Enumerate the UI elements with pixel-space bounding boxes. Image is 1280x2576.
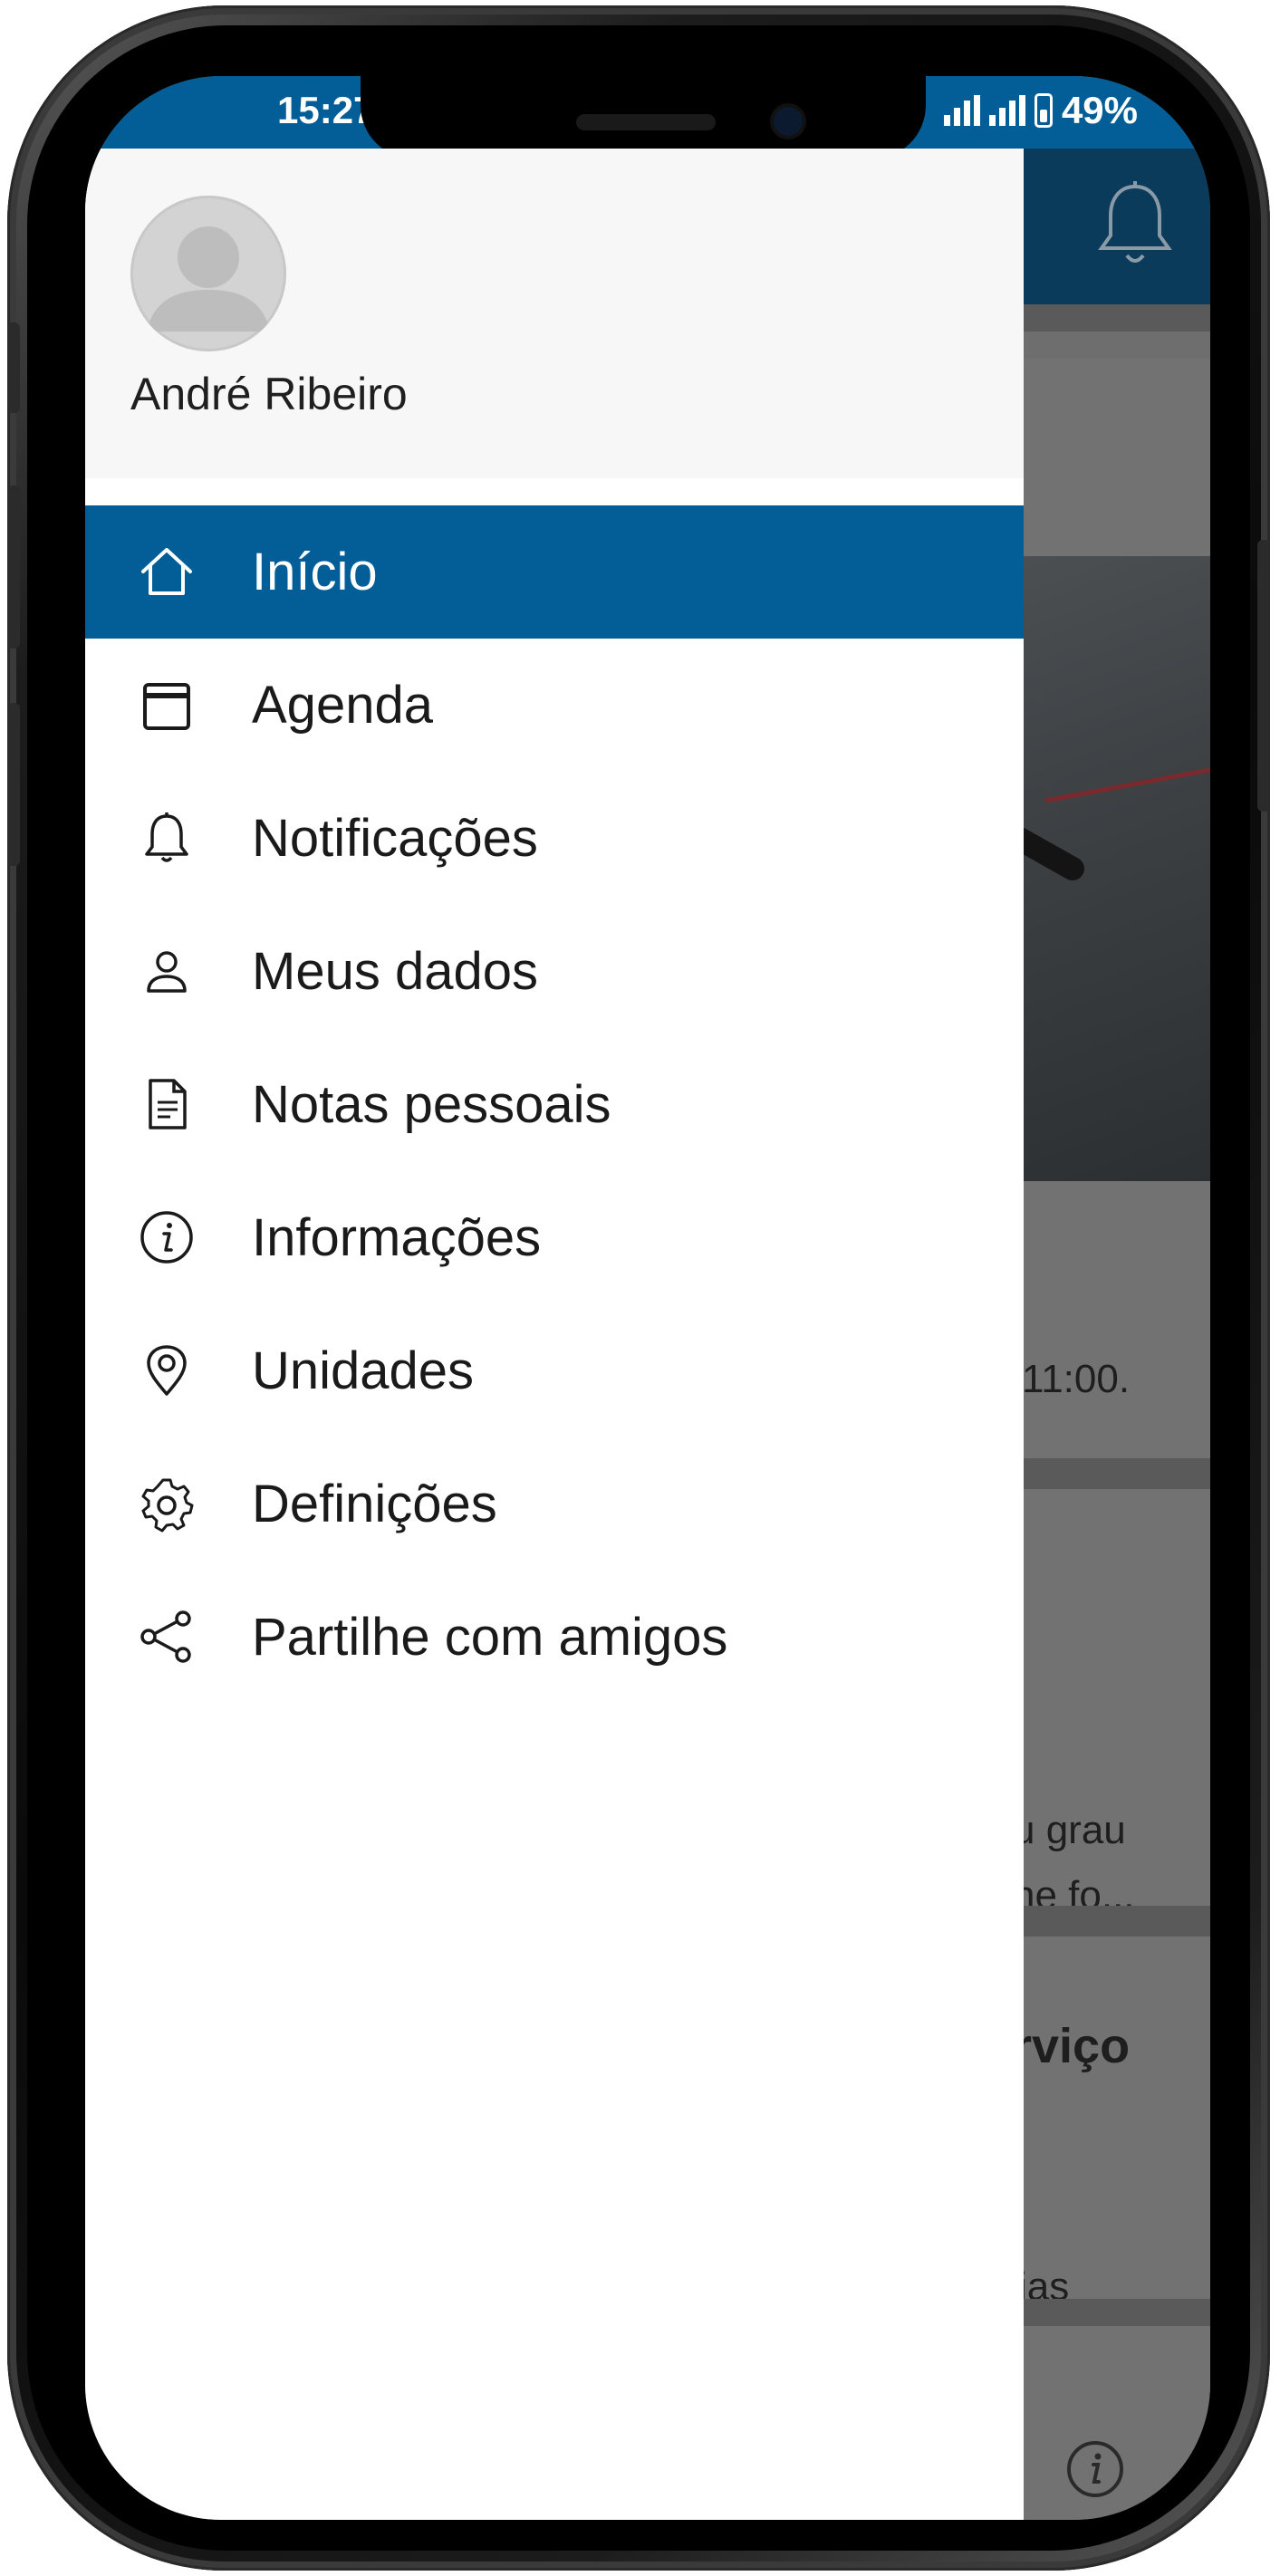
menu-label: Notificações	[252, 809, 538, 868]
bell-icon[interactable]	[1096, 179, 1174, 270]
menu-item-meus-dados[interactable]: Meus dados	[85, 905, 1024, 1038]
menu-item-notificacoes[interactable]: Notificações	[85, 772, 1024, 905]
menu-item-unidades[interactable]: Unidades	[85, 1304, 1024, 1437]
menu-item-informacoes[interactable]: Informações	[85, 1171, 1024, 1304]
avatar[interactable]	[130, 196, 286, 351]
menu-item-inicio[interactable]: Início	[85, 505, 1024, 639]
power-button	[1257, 540, 1270, 812]
notch	[361, 76, 926, 159]
mute-switch	[7, 322, 20, 413]
calendar-icon	[138, 676, 196, 734]
share-icon	[138, 1608, 196, 1666]
signal-icon	[988, 95, 1025, 126]
user-name: André Ribeiro	[130, 369, 408, 419]
battery-percent: 49%	[1061, 89, 1138, 131]
menu-label: Meus dados	[252, 942, 538, 1001]
user-icon	[138, 942, 196, 1000]
speaker	[576, 114, 716, 130]
location-pin-icon	[138, 1341, 196, 1399]
menu-item-notas-pessoais[interactable]: Notas pessoais	[85, 1038, 1024, 1171]
document-icon	[138, 1075, 196, 1133]
front-camera	[774, 107, 803, 136]
menu-label: Informações	[252, 1208, 542, 1267]
menu-item-agenda[interactable]: Agenda	[85, 639, 1024, 772]
menu-label: Unidades	[252, 1341, 475, 1400]
gear-icon	[138, 1475, 196, 1533]
drawer-header: André Ribeiro	[85, 149, 1024, 478]
battery-icon	[1034, 93, 1053, 128]
info-icon	[138, 1208, 196, 1266]
menu-label: Notas pessoais	[252, 1075, 611, 1134]
bell-icon	[138, 809, 196, 867]
menu-label: Início	[252, 543, 378, 601]
status-indicators: 49%	[943, 89, 1138, 132]
card-title: rviço	[1013, 2019, 1131, 2073]
menu-label: Agenda	[252, 676, 433, 735]
volume-down-button	[7, 703, 20, 866]
navigation-drawer: André Ribeiro Início Agenda Notificações…	[85, 149, 1024, 2520]
card-snippet: u grau	[1013, 1808, 1126, 1852]
menu-item-definicoes[interactable]: Definições	[85, 1437, 1024, 1571]
screen: 15:27 49% 11:00. u grau ne fo... rviço i…	[85, 76, 1210, 2520]
menu-item-partilhe[interactable]: Partilhe com amigos	[85, 1571, 1024, 1704]
signal-icon	[943, 95, 980, 126]
drawer-menu: Início Agenda Notificações Meus dados No…	[85, 505, 1024, 1704]
phone-frame: 15:27 49% 11:00. u grau ne fo... rviço i…	[7, 5, 1270, 2571]
menu-label: Definições	[252, 1475, 497, 1533]
status-bar: 15:27 49%	[85, 76, 1210, 159]
card-snippet: 11:00.	[1022, 1357, 1131, 1401]
home-icon	[138, 543, 196, 601]
volume-up-button	[7, 485, 20, 649]
menu-label: Partilhe com amigos	[252, 1608, 728, 1667]
info-icon[interactable]	[1066, 2440, 1124, 2498]
